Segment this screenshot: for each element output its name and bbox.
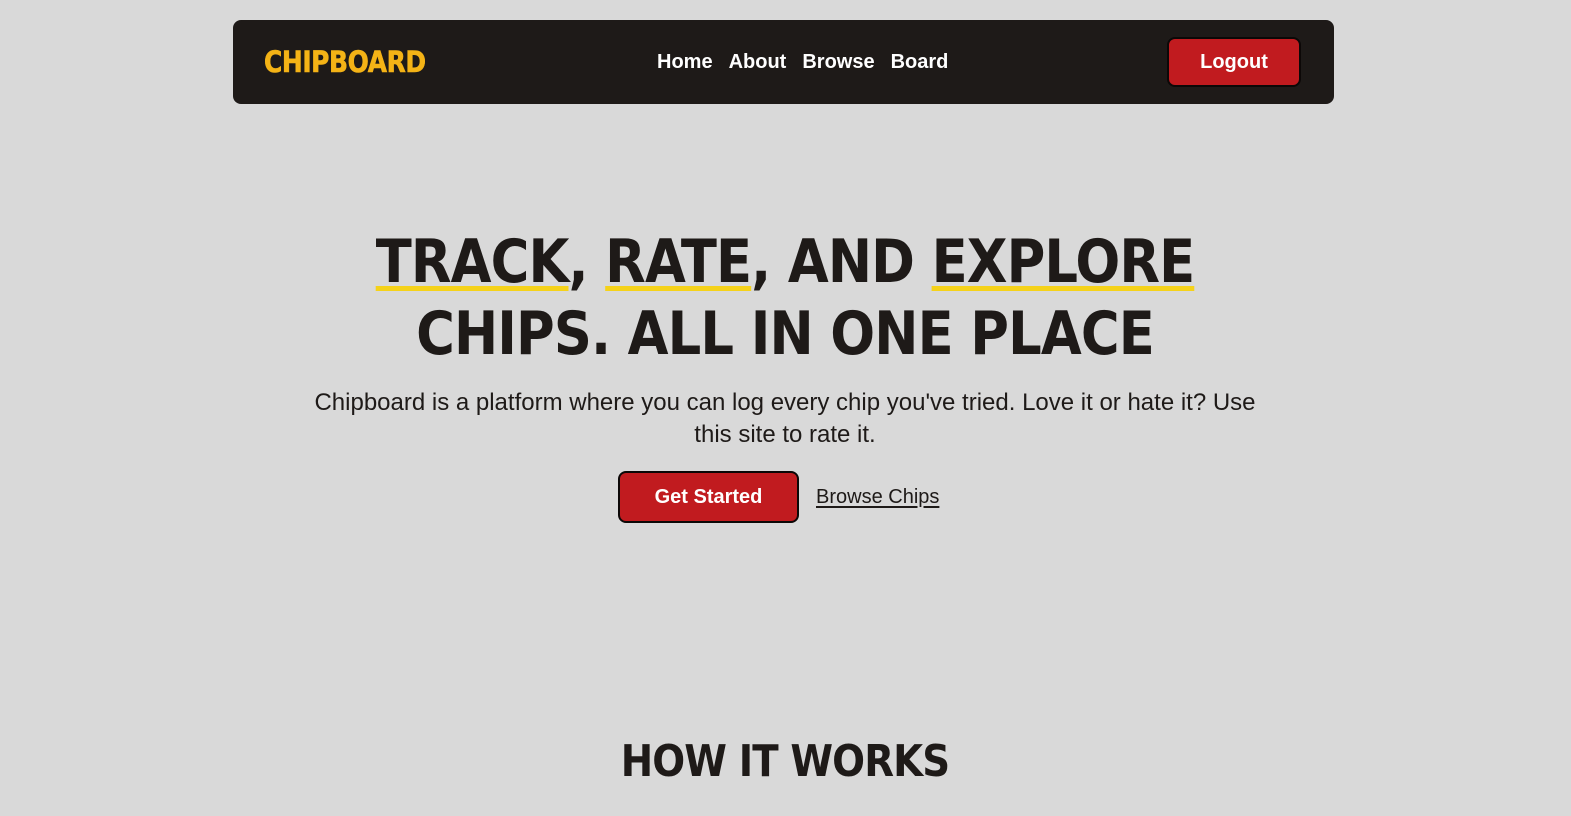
- hero-title-comma-1: ,: [568, 227, 606, 297]
- hero-subtitle: Chipboard is a platform where you can lo…: [314, 389, 1256, 448]
- browse-chips-link[interactable]: Browse Chips: [816, 486, 939, 509]
- cta-row: Get Started Browse Chips: [618, 471, 939, 523]
- hero-title-line-1: TRACK, RATE, AND EXPLORE: [345, 226, 1225, 298]
- highlight-rate: RATE: [605, 227, 752, 297]
- nav-link-board[interactable]: Board: [891, 48, 949, 76]
- get-started-button[interactable]: Get Started: [618, 471, 799, 523]
- hero-title: TRACK, RATE, AND EXPLORE CHIPS. ALL IN O…: [285, 226, 1285, 370]
- logout-button[interactable]: Logout: [1167, 37, 1301, 87]
- highlight-explore: EXPLORE: [931, 227, 1196, 297]
- logo[interactable]: CHIPBOARD: [264, 44, 427, 80]
- navbar: CHIPBOARD Home About Browse Board Logout: [233, 20, 1334, 104]
- nav-link-home[interactable]: Home: [657, 48, 713, 76]
- nav-link-about[interactable]: About: [729, 48, 787, 76]
- nav-links: Home About Browse Board: [657, 48, 948, 76]
- highlight-track: TRACK: [375, 227, 570, 297]
- hero-title-line-2: CHIPS. ALL IN ONE PLACE: [416, 299, 1155, 369]
- hero-title-and: , AND: [751, 227, 932, 297]
- how-it-works-title: HOW IT WORKS: [620, 736, 950, 787]
- nav-link-browse[interactable]: Browse: [802, 48, 874, 76]
